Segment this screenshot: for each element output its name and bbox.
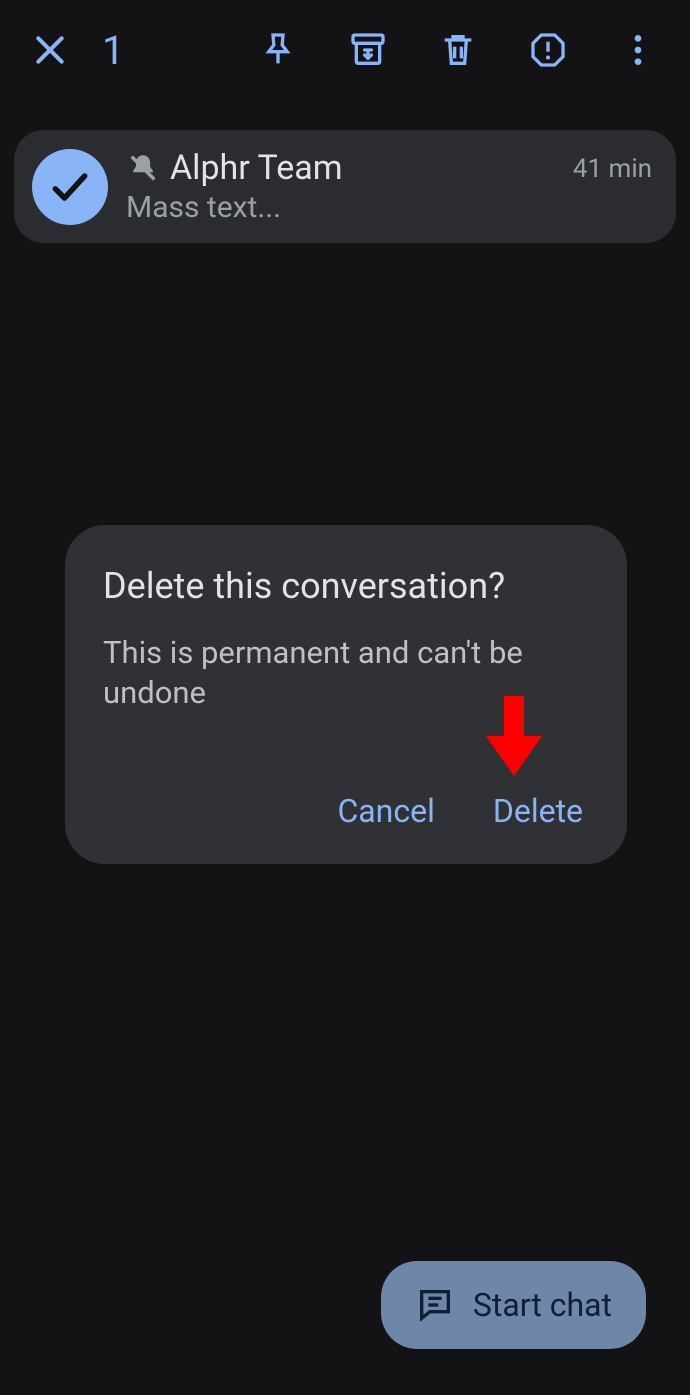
archive-icon[interactable] (344, 26, 392, 74)
block-icon[interactable] (524, 26, 572, 74)
selected-check-icon (32, 149, 108, 225)
dialog-body: This is permanent and can't be undone (103, 633, 589, 714)
selection-toolbar: 1 (0, 0, 690, 100)
conversation-preview: Mass text... (126, 190, 555, 225)
toolbar-left: 1 (10, 26, 124, 74)
more-icon[interactable] (614, 26, 662, 74)
mute-icon (126, 151, 160, 185)
conversation-title-line: Alphr Team (126, 148, 555, 188)
conversation-row[interactable]: Alphr Team Mass text... 41 min (14, 130, 676, 243)
pin-icon[interactable] (254, 26, 302, 74)
delete-dialog: Delete this conversation? This is perman… (65, 525, 627, 864)
dialog-actions: Cancel Delete (103, 792, 589, 836)
conversation-main: Alphr Team Mass text... (126, 148, 555, 225)
cancel-button[interactable]: Cancel (337, 792, 434, 830)
close-icon[interactable] (26, 26, 74, 74)
conversation-title: Alphr Team (170, 148, 343, 188)
delete-button[interactable]: Delete (493, 792, 583, 830)
selection-count: 1 (102, 27, 124, 74)
dialog-title: Delete this conversation? (103, 565, 589, 607)
fab-label: Start chat (473, 1286, 612, 1324)
conversation-time: 41 min (573, 154, 652, 184)
delete-icon[interactable] (434, 26, 482, 74)
toolbar-actions (254, 26, 680, 74)
start-chat-button[interactable]: Start chat (381, 1261, 646, 1349)
chat-icon (415, 1285, 455, 1325)
